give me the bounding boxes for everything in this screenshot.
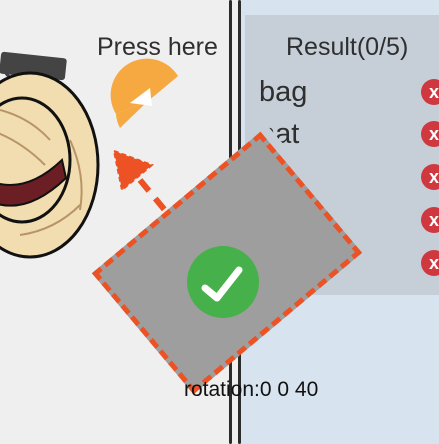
check-icon[interactable]: [187, 246, 259, 318]
rotation-readout: rotation:0 0 40: [184, 378, 319, 401]
